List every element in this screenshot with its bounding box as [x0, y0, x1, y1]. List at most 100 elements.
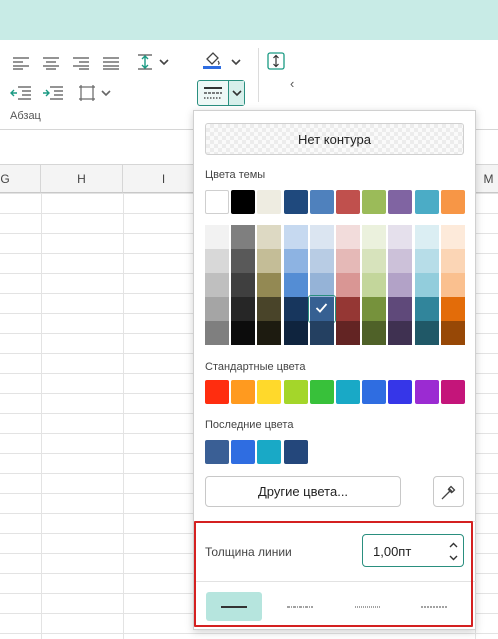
align-right-icon[interactable] [70, 52, 92, 74]
standard-color-swatch[interactable] [414, 380, 439, 404]
theme-shade-swatch[interactable] [414, 321, 439, 345]
theme-shade-swatch[interactable] [388, 225, 413, 249]
theme-shade-swatch[interactable] [388, 297, 413, 321]
eyedropper-button[interactable] [433, 476, 464, 507]
recent-color-swatch[interactable] [283, 440, 308, 464]
theme-color-swatch[interactable] [388, 190, 413, 214]
theme-shade-swatch[interactable] [440, 321, 465, 345]
align-left-icon[interactable] [10, 52, 32, 74]
standard-color-swatch[interactable] [257, 380, 282, 404]
column-header-h[interactable]: H [41, 165, 123, 193]
more-colors-button[interactable]: Другие цвета... [205, 476, 401, 507]
theme-shade-swatch[interactable] [231, 225, 256, 249]
theme-shade-swatch[interactable] [362, 321, 387, 345]
theme-color-swatch[interactable] [440, 190, 465, 214]
theme-shade-swatch[interactable] [388, 249, 413, 273]
theme-shade-swatch[interactable] [205, 225, 229, 249]
theme-shade-swatch[interactable] [414, 297, 439, 321]
theme-color-swatch[interactable] [336, 190, 360, 214]
theme-shade-swatch[interactable] [257, 321, 282, 345]
theme-shade-swatch[interactable] [283, 297, 308, 321]
column-header-g[interactable]: G [0, 165, 41, 193]
recent-color-swatch[interactable] [257, 440, 282, 464]
chevron-down-icon[interactable] [447, 553, 459, 563]
theme-shade-swatch[interactable] [440, 273, 465, 297]
ribbon-collapse-icon[interactable]: ‹ [290, 76, 294, 91]
theme-color-swatch[interactable] [414, 190, 439, 214]
border-style-button[interactable] [197, 80, 245, 106]
theme-shade-swatch[interactable] [362, 273, 387, 297]
theme-shade-swatch[interactable] [362, 297, 387, 321]
standard-color-swatch[interactable] [205, 380, 229, 404]
theme-color-swatch[interactable] [231, 190, 256, 214]
text-vertical-align-icon[interactable] [265, 50, 287, 72]
theme-shade-swatch[interactable] [205, 297, 229, 321]
theme-shade-swatch[interactable] [336, 225, 360, 249]
theme-shade-swatch[interactable] [231, 273, 256, 297]
chevron-up-icon[interactable] [447, 540, 459, 550]
theme-shade-swatch[interactable] [362, 225, 387, 249]
cell-margins-dropdown-icon[interactable] [98, 82, 114, 104]
theme-shade-swatch[interactable] [231, 321, 256, 345]
column-header-m[interactable]: M [475, 165, 498, 193]
standard-color-swatch[interactable] [440, 380, 465, 404]
theme-shade-swatch[interactable] [307, 295, 336, 323]
theme-shade-swatch[interactable] [440, 297, 465, 321]
theme-shade-swatch[interactable] [309, 273, 334, 297]
line-spacing-icon[interactable] [134, 51, 156, 73]
theme-shade-swatch[interactable] [414, 225, 439, 249]
theme-color-swatch[interactable] [257, 190, 282, 214]
line-style-dash-dot-button[interactable] [272, 592, 328, 621]
standard-color-swatch[interactable] [309, 380, 334, 404]
line-spacing-dropdown-icon[interactable] [156, 51, 172, 73]
theme-shade-swatch[interactable] [414, 249, 439, 273]
theme-shade-swatch[interactable] [205, 321, 229, 345]
theme-shade-swatch[interactable] [257, 297, 282, 321]
decrease-indent-icon[interactable] [10, 82, 32, 104]
theme-shade-swatch[interactable] [205, 273, 229, 297]
align-center-icon[interactable] [40, 52, 62, 74]
theme-shade-swatch[interactable] [283, 249, 308, 273]
recent-color-swatch[interactable] [231, 440, 256, 464]
line-style-dashed-button[interactable] [406, 592, 462, 621]
theme-shade-swatch[interactable] [231, 249, 256, 273]
no-border-button[interactable]: Нет контура [205, 123, 464, 155]
increase-indent-icon[interactable] [42, 82, 64, 104]
standard-color-swatch[interactable] [362, 380, 387, 404]
recent-color-swatch[interactable] [205, 440, 229, 464]
theme-shade-swatch[interactable] [309, 225, 334, 249]
theme-shade-swatch[interactable] [336, 249, 360, 273]
theme-shade-swatch[interactable] [205, 249, 229, 273]
fill-color-dropdown-icon[interactable] [228, 51, 244, 73]
theme-shade-swatch[interactable] [283, 321, 308, 345]
theme-shade-swatch[interactable] [283, 225, 308, 249]
theme-shade-swatch[interactable] [231, 297, 256, 321]
theme-shade-swatch[interactable] [257, 225, 282, 249]
theme-shade-swatch[interactable] [414, 273, 439, 297]
theme-shade-swatch[interactable] [309, 249, 334, 273]
fill-color-icon[interactable] [200, 49, 224, 71]
theme-shade-swatch[interactable] [440, 225, 465, 249]
line-width-input[interactable]: 1,00пт [362, 534, 464, 567]
standard-color-swatch[interactable] [336, 380, 360, 404]
line-style-solid-button[interactable] [206, 592, 262, 621]
standard-color-swatch[interactable] [283, 380, 308, 404]
theme-shade-swatch[interactable] [440, 249, 465, 273]
theme-color-swatch[interactable] [283, 190, 308, 214]
border-style-dropdown-icon[interactable] [228, 81, 244, 105]
theme-shade-swatch[interactable] [362, 249, 387, 273]
line-style-dotted-button[interactable] [340, 592, 396, 621]
theme-color-swatch[interactable] [205, 190, 229, 214]
theme-shade-swatch[interactable] [336, 321, 360, 345]
align-justify-icon[interactable] [100, 52, 122, 74]
theme-shade-swatch[interactable] [257, 249, 282, 273]
theme-shade-swatch[interactable] [309, 321, 334, 345]
cell-margins-icon[interactable] [76, 82, 98, 104]
theme-shade-swatch[interactable] [336, 273, 360, 297]
standard-color-swatch[interactable] [231, 380, 256, 404]
theme-shade-swatch[interactable] [388, 321, 413, 345]
theme-shade-swatch[interactable] [283, 273, 308, 297]
theme-shade-swatch[interactable] [388, 273, 413, 297]
theme-color-swatch[interactable] [309, 190, 334, 214]
border-lines-icon[interactable] [198, 81, 228, 105]
